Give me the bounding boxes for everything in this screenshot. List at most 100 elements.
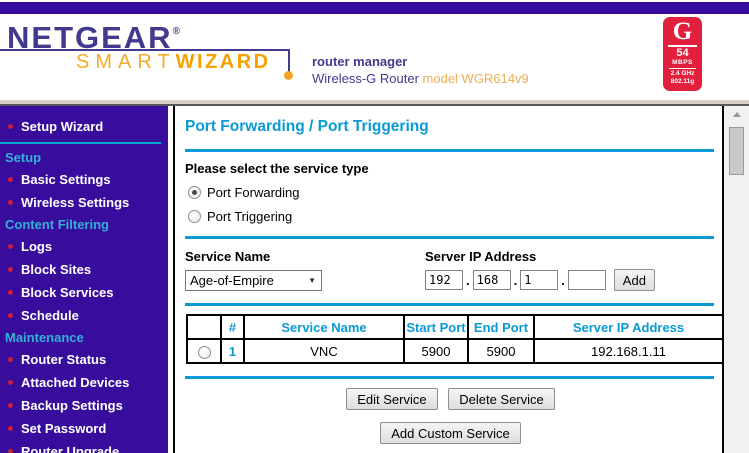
service-name-col: Age-of-Empire ▼	[185, 270, 425, 291]
scrollbar-thumb[interactable]	[729, 127, 744, 175]
sidebar-item-schedule[interactable]: Schedule	[0, 304, 168, 327]
ip-octet-2-input[interactable]	[473, 270, 511, 290]
bullet-icon	[8, 426, 13, 431]
bullet-icon	[8, 290, 13, 295]
sidebar-item-label: Schedule	[21, 308, 79, 323]
service-name-selected: Age-of-Empire	[190, 273, 274, 288]
ip-octet-4-input[interactable]	[568, 270, 606, 290]
bullet-icon	[8, 403, 13, 408]
ip-column-header: Server IP Address	[534, 315, 723, 339]
form-controls-row: Age-of-Empire ▼ . . . Add	[185, 269, 716, 291]
ip-octet-1-input[interactable]	[425, 270, 463, 290]
radio-button-icon[interactable]	[188, 210, 201, 223]
bullet-icon	[8, 357, 13, 362]
sidebar-item-label: Basic Settings	[21, 172, 111, 187]
radio-button-icon[interactable]	[188, 186, 201, 199]
wireless-g-badge: G 54 MBPS 2.4 GHz 802.11g	[663, 17, 702, 91]
start-port-column-header: Start Port	[404, 315, 468, 339]
row-radio-button[interactable]	[198, 346, 211, 359]
radio-column-header	[187, 315, 221, 339]
badge-standard: 802.11g	[663, 78, 702, 86]
top-purple-bar	[0, 2, 749, 14]
sidebar-item-label: Attached Devices	[21, 375, 129, 390]
sidebar-section-content-filtering: Content Filtering	[0, 214, 168, 235]
bullet-icon	[8, 177, 13, 182]
sidebar-item-attached-devices[interactable]: Attached Devices	[0, 371, 168, 394]
wizard-text: WIZARD	[176, 51, 271, 73]
sidebar-item-label: Router Upgrade	[21, 444, 119, 453]
radio-port-forwarding[interactable]: Port Forwarding	[188, 184, 716, 200]
server-ip-group: . . . Add	[425, 269, 655, 291]
sidebar-item-block-services[interactable]: Block Services	[0, 281, 168, 304]
scrollbar-up-button[interactable]	[724, 106, 749, 123]
row-server-ip: 192.168.1.11	[534, 339, 723, 363]
radio-label: Port Triggering	[207, 209, 292, 224]
sidebar-item-setup-wizard[interactable]: Setup Wizard	[0, 115, 168, 138]
divider-rule	[185, 376, 714, 379]
service-name-label: Service Name	[185, 249, 425, 264]
add-button[interactable]: Add	[614, 269, 655, 291]
sidebar-item-logs[interactable]: Logs	[0, 235, 168, 258]
bullet-icon	[8, 244, 13, 249]
bullet-icon	[8, 313, 13, 318]
content-scrollbar[interactable]	[724, 106, 749, 453]
bullet-icon	[8, 124, 13, 129]
row-service-name: VNC	[244, 339, 404, 363]
badge-rule-2	[669, 68, 696, 69]
router-name: Wireless-G Router	[312, 71, 423, 86]
sidebar-item-basic-settings[interactable]: Basic Settings	[0, 168, 168, 191]
sidebar-item-label: Block Sites	[21, 262, 91, 277]
sidebar-item-router-status[interactable]: Router Status	[0, 348, 168, 371]
server-ip-label: Server IP Address	[425, 249, 536, 264]
row-radio-cell	[187, 339, 221, 363]
divider-rule	[185, 236, 714, 239]
sidebar-section-setup: Setup	[0, 147, 168, 168]
row-start-port: 5900	[404, 339, 468, 363]
sidebar-item-label: Wireless Settings	[21, 195, 129, 210]
sidebar-item-label: Block Services	[21, 285, 114, 300]
bullet-icon	[8, 449, 13, 453]
delete-service-button[interactable]: Delete Service	[448, 388, 555, 410]
sidebar-nav: Setup Wizard Setup Basic Settings Wirele…	[0, 106, 168, 453]
page: NETGEAR® SMARTWIZARD router manager Wire…	[0, 0, 749, 453]
badge-speed: 54	[663, 48, 702, 59]
smart-text: SMART	[76, 51, 176, 73]
badge-mbps: MBPS	[663, 59, 702, 67]
add-custom-service-button[interactable]: Add Custom Service	[380, 422, 521, 444]
port-forwarding-table: # Service Name Start Port End Port Serve…	[186, 314, 724, 364]
sidebar-item-backup-settings[interactable]: Backup Settings	[0, 394, 168, 417]
sidebar-item-router-upgrade[interactable]: Router Upgrade	[0, 440, 168, 453]
router-model-line: Wireless-G Router model WGR614v9	[312, 71, 529, 86]
table-header-row: # Service Name Start Port End Port Serve…	[187, 315, 723, 339]
edit-service-button[interactable]: Edit Service	[346, 388, 437, 410]
ip-separator: .	[514, 273, 518, 288]
service-name-select[interactable]: Age-of-Empire ▼	[185, 270, 322, 291]
divider-rule	[185, 149, 714, 152]
sidebar-section-maintenance: Maintenance	[0, 327, 168, 348]
sidebar-item-set-password[interactable]: Set Password	[0, 417, 168, 440]
sidebar-item-block-sites[interactable]: Block Sites	[0, 258, 168, 281]
sidebar-divider	[0, 142, 161, 144]
sidebar-item-label: Backup Settings	[21, 398, 123, 413]
table-row: 1 VNC 5900 5900 192.168.1.11	[187, 339, 723, 363]
badge-g-letter: G	[663, 19, 702, 44]
ip-octet-3-input[interactable]	[520, 270, 558, 290]
router-manager-label: router manager	[312, 54, 529, 69]
badge-band: 2.4 GHz	[663, 70, 702, 78]
router-manager-block: router manager Wireless-G Router model W…	[312, 54, 529, 86]
service-column-header: Service Name	[244, 315, 404, 339]
chevron-down-icon: ▼	[308, 276, 316, 285]
smartwizard-logo: SMARTWIZARD	[76, 52, 271, 73]
row-num: 1	[221, 339, 244, 363]
num-column-header: #	[221, 315, 244, 339]
ip-separator: .	[466, 273, 470, 288]
sidebar-item-label: Router Status	[21, 352, 106, 367]
radio-port-triggering[interactable]: Port Triggering	[188, 208, 716, 224]
main-content: Port Forwarding / Port Triggering Please…	[175, 106, 722, 453]
form-labels-row: Service Name Server IP Address	[185, 249, 716, 264]
bullet-icon	[8, 380, 13, 385]
sidebar-item-label: Logs	[21, 239, 52, 254]
orange-dot-icon	[284, 71, 293, 80]
sidebar-item-wireless-settings[interactable]: Wireless Settings	[0, 191, 168, 214]
bullet-icon	[8, 200, 13, 205]
